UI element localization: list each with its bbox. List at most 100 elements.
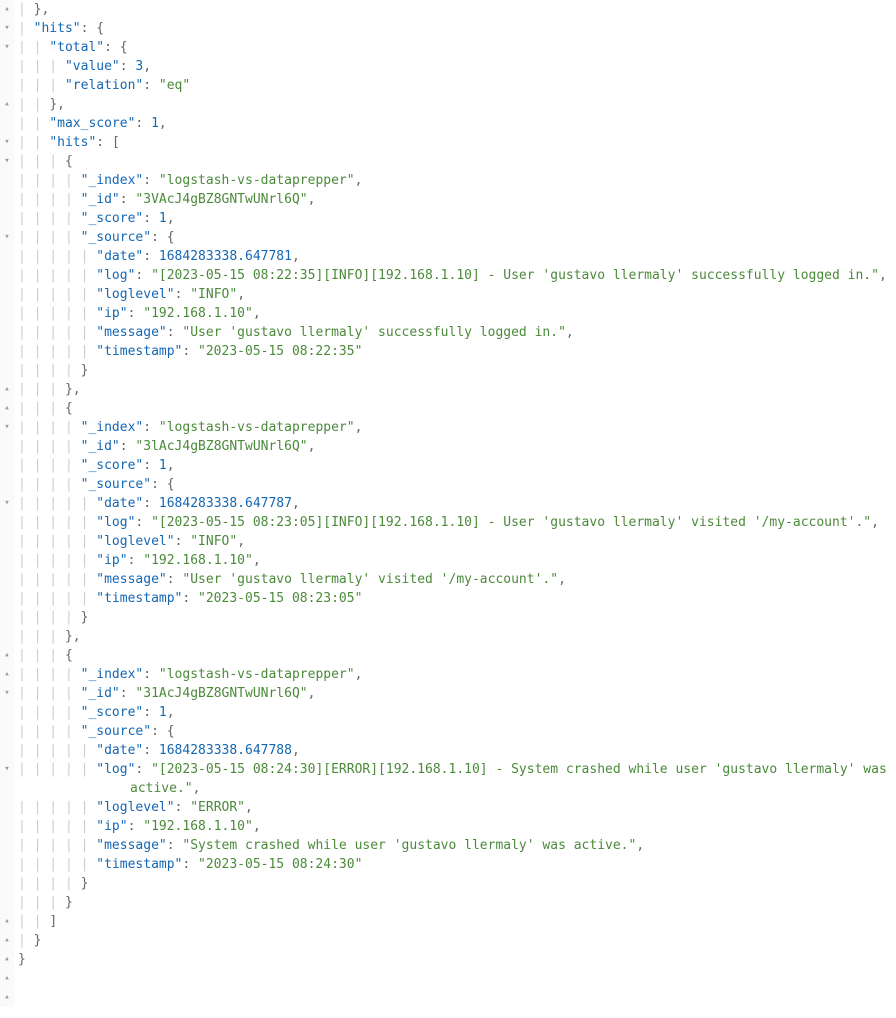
indent-guide: | | | | xyxy=(18,876,81,891)
token-string: "System crashed while user 'gustavo ller… xyxy=(182,838,636,853)
token-string: "ERROR" xyxy=(190,800,245,815)
indent-guide: | | | | xyxy=(18,230,81,245)
token-punct: : xyxy=(104,40,120,55)
gutter-blank xyxy=(0,513,14,532)
token-punct: , xyxy=(41,2,49,17)
code-line: | | | | "_index": "logstash-vs-dataprepp… xyxy=(18,665,896,684)
token-key: "timestamp" xyxy=(96,591,182,606)
token-punct: : xyxy=(182,857,198,872)
indent-guide: | | xyxy=(18,40,49,55)
indent-guide: | | | xyxy=(18,154,65,169)
fold-toggle-icon[interactable]: ▴ xyxy=(0,665,14,684)
token-punct: , xyxy=(253,306,261,321)
gutter-blank xyxy=(0,171,14,190)
code-line: | | "hits": [ xyxy=(18,133,896,152)
token-punct: , xyxy=(636,838,644,853)
fold-toggle-icon[interactable]: ▴ xyxy=(0,380,14,399)
code-area: | }, | "hits": {| | "total": { | | | "valu… xyxy=(14,0,896,1007)
token-brace: { xyxy=(167,477,175,492)
indent-guide: | | | | | xyxy=(18,287,96,302)
token-punct: : xyxy=(151,477,167,492)
fold-toggle-icon[interactable]: ▾ xyxy=(0,760,14,779)
code-line: | | "total": { xyxy=(18,38,896,57)
fold-toggle-icon[interactable]: ▾ xyxy=(0,418,14,437)
token-punct: : xyxy=(143,743,159,758)
indent-guide: | | xyxy=(18,914,49,929)
token-brace: { xyxy=(65,401,73,416)
token-punct: : xyxy=(151,724,167,739)
indent-guide: | | | | | xyxy=(18,800,96,815)
code-line: | | | | | "date": 1684283338.647788, xyxy=(18,741,896,760)
token-string: "INFO" xyxy=(190,287,237,302)
fold-toggle-icon[interactable]: ▾ xyxy=(0,494,14,513)
token-key: "_score" xyxy=(81,705,144,720)
token-key: "max_score" xyxy=(49,116,135,131)
code-line: | | | | "_score": 1, xyxy=(18,703,896,722)
token-punct: , xyxy=(566,325,574,340)
code-line: | | | | } xyxy=(18,874,896,893)
indent-guide: | | | | xyxy=(18,705,81,720)
token-key: "_id" xyxy=(81,192,120,207)
token-punct: , xyxy=(879,268,887,283)
code-line: | | ] xyxy=(18,912,896,931)
token-string: "192.168.1.10" xyxy=(143,819,253,834)
fold-toggle-icon[interactable]: ▴ xyxy=(0,95,14,114)
gutter-blank xyxy=(0,209,14,228)
indent-guide: | | | | | xyxy=(18,344,96,359)
token-key: "timestamp" xyxy=(96,344,182,359)
fold-toggle-icon[interactable]: ▾ xyxy=(0,228,14,247)
gutter-blank xyxy=(0,589,14,608)
token-key: "_index" xyxy=(81,173,144,188)
token-number: 1 xyxy=(159,211,167,226)
fold-toggle-icon[interactable]: ▴ xyxy=(0,912,14,931)
token-punct: , xyxy=(292,496,300,511)
indent-guide: | | | xyxy=(18,401,65,416)
token-brace: { xyxy=(120,40,128,55)
code-line: | } xyxy=(18,931,896,950)
fold-toggle-icon[interactable]: ▴ xyxy=(0,0,14,19)
fold-toggle-icon[interactable]: ▴ xyxy=(0,988,14,1007)
code-line: } xyxy=(18,950,896,969)
code-line: | "hits": { xyxy=(18,19,896,38)
token-key: "date" xyxy=(96,496,143,511)
token-punct: : xyxy=(175,287,191,302)
gutter-blank xyxy=(0,703,14,722)
indent-guide: | | | | xyxy=(18,667,81,682)
token-punct: : xyxy=(120,686,136,701)
token-punct: , xyxy=(143,59,151,74)
code-line: | | | | | "message": "User 'gustavo ller… xyxy=(18,323,896,342)
indent-guide: | | | | xyxy=(18,363,81,378)
fold-toggle-icon[interactable]: ▴ xyxy=(0,950,14,969)
token-key: "_source" xyxy=(81,724,151,739)
token-key: "_score" xyxy=(81,211,144,226)
token-punct: : xyxy=(143,249,159,264)
gutter-blank xyxy=(0,532,14,551)
indent-guide: | | | | | xyxy=(18,515,96,530)
token-string: "logstash-vs-dataprepper" xyxy=(159,667,355,682)
indent-guide: | | | xyxy=(18,895,65,910)
token-key: "value" xyxy=(65,59,120,74)
fold-toggle-icon[interactable]: ▾ xyxy=(0,684,14,703)
fold-toggle-icon[interactable]: ▾ xyxy=(0,133,14,152)
fold-toggle-icon[interactable]: ▴ xyxy=(0,399,14,418)
fold-gutter: ▴▾▾▴▾▾▾▴▴▾▾▴▴▾▾▴▴▴▴▴ xyxy=(0,0,14,1007)
token-key: "_index" xyxy=(81,667,144,682)
token-punct: , xyxy=(73,382,81,397)
fold-toggle-icon[interactable]: ▾ xyxy=(0,38,14,57)
token-string: "2023-05-15 08:23:05" xyxy=(198,591,362,606)
fold-toggle-icon[interactable]: ▴ xyxy=(0,969,14,988)
token-punct: , xyxy=(237,534,245,549)
fold-toggle-icon[interactable]: ▴ xyxy=(0,931,14,950)
fold-toggle-icon[interactable]: ▴ xyxy=(0,646,14,665)
fold-toggle-icon[interactable]: ▾ xyxy=(0,152,14,171)
token-key: "timestamp" xyxy=(96,857,182,872)
token-punct: , xyxy=(167,705,175,720)
token-punct: , xyxy=(871,515,879,530)
gutter-blank xyxy=(0,836,14,855)
token-key: "log" xyxy=(96,268,135,283)
fold-toggle-icon[interactable]: ▾ xyxy=(0,19,14,38)
gutter-blank xyxy=(0,304,14,323)
indent-guide: | | | | xyxy=(18,173,81,188)
indent-guide: | | | | | xyxy=(18,572,96,587)
code-line: | | "max_score": 1, xyxy=(18,114,896,133)
